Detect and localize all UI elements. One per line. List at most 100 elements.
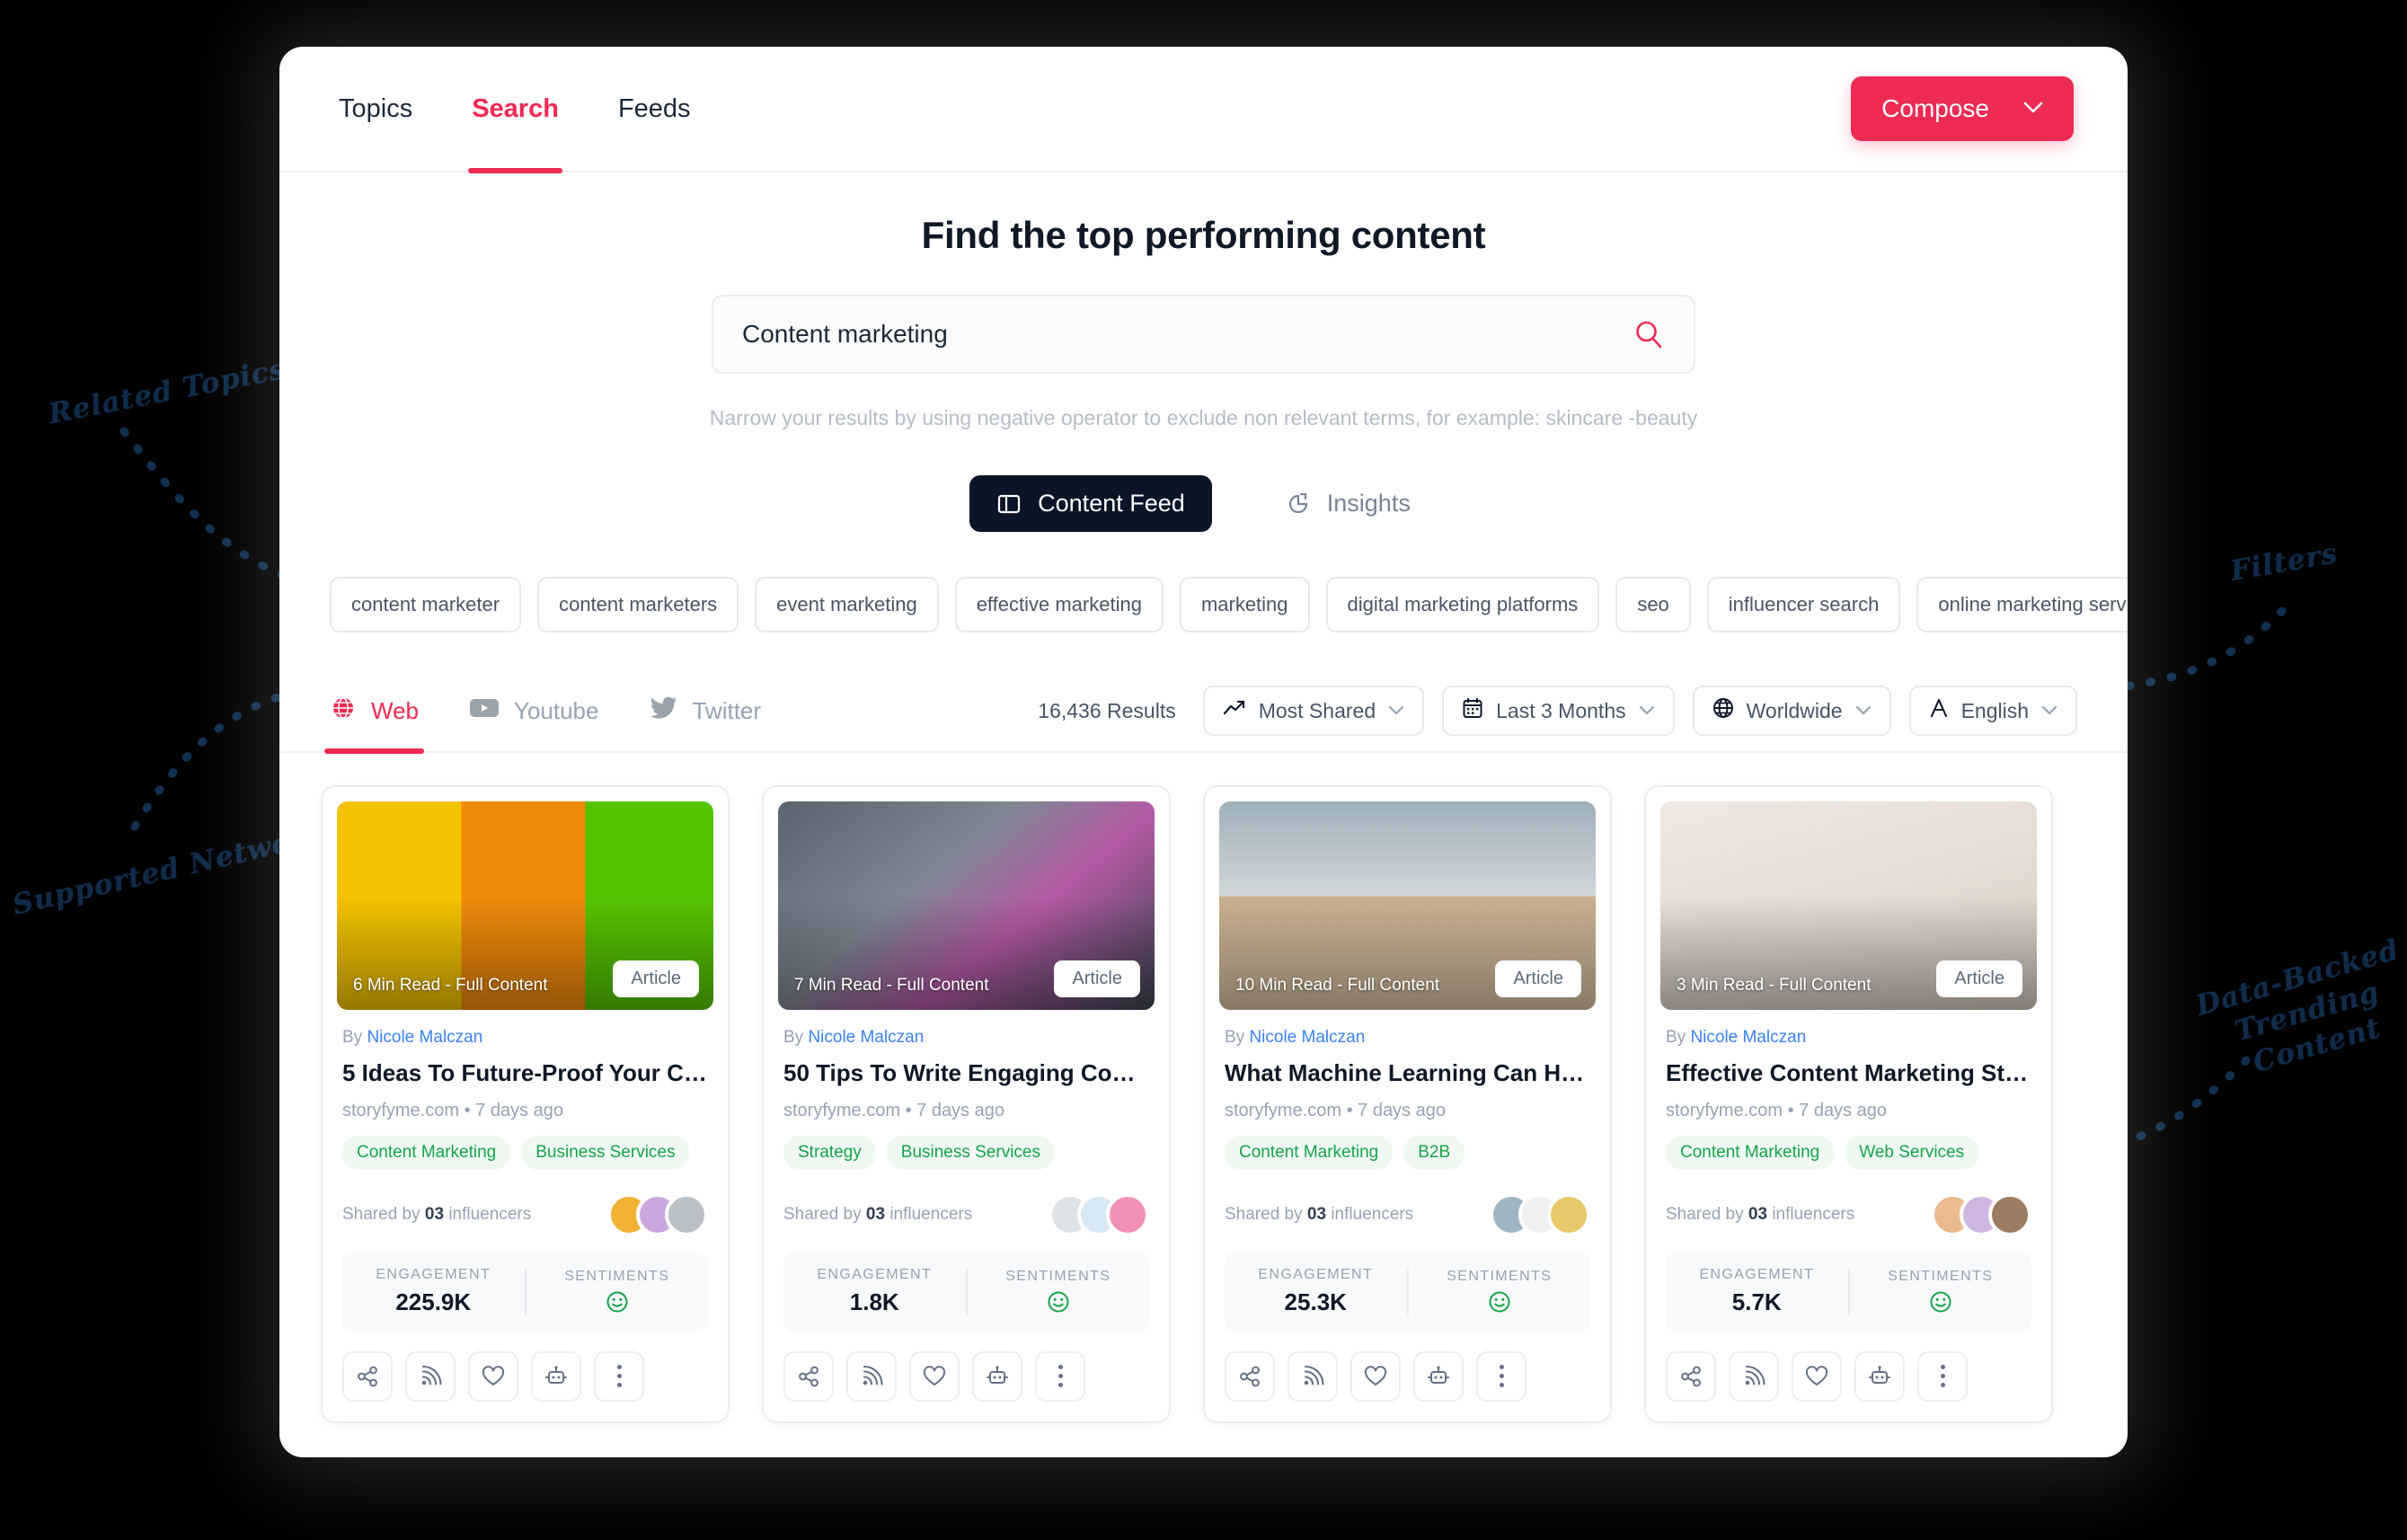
card-title[interactable]: 50 Tips To Write Engaging Content Previe… <box>783 1058 1149 1088</box>
more-icon[interactable] <box>1035 1350 1085 1402</box>
search-hint: Narrow your results by using negative op… <box>709 406 1698 429</box>
trend-up-icon <box>1223 698 1246 723</box>
more-icon[interactable] <box>1917 1350 1968 1402</box>
avatar[interactable] <box>1988 1192 2031 1236</box>
card-author-link[interactable]: Nicole Malczan <box>367 1028 482 1047</box>
heart-icon[interactable] <box>1350 1350 1401 1402</box>
card-engagement-stat: ENGAGEMENT 1.8K <box>783 1267 966 1316</box>
card-title[interactable]: 5 Ideas To Future-Proof Your Content Mar… <box>342 1058 708 1088</box>
card-type-badge[interactable]: Article <box>1054 960 1140 997</box>
card-engagement-stat: ENGAGEMENT 225.9K <box>342 1267 525 1316</box>
card-tag[interactable]: Content Marketing <box>342 1135 511 1170</box>
chip-effective-marketing[interactable]: effective marketing <box>954 577 1164 633</box>
card-tag[interactable]: Business Services <box>521 1135 690 1170</box>
card-tag[interactable]: Strategy <box>783 1135 876 1170</box>
tab-feeds[interactable]: Feeds <box>615 47 695 171</box>
share-icon[interactable] <box>783 1350 834 1402</box>
card-sentiment-stat: SENTIMENTS <box>524 1268 709 1315</box>
card-shared-row: Shared by 03 influencers <box>342 1192 708 1236</box>
compose-label: Compose <box>1881 94 1989 122</box>
twitter-icon <box>649 695 677 727</box>
mode-content-feed[interactable]: Content Feed <box>969 475 1212 532</box>
search-bar[interactable] <box>712 295 1695 374</box>
robot-icon[interactable] <box>531 1350 581 1402</box>
heart-icon[interactable] <box>468 1350 518 1402</box>
content-card[interactable]: 10 Min Read - Full Content Article By Ni… <box>1203 785 1612 1423</box>
card-influencer-avatars[interactable] <box>1049 1192 1149 1236</box>
robot-icon[interactable] <box>972 1350 1022 1402</box>
app-window: Topics Search Feeds Compose Find the top… <box>279 47 2128 1457</box>
card-influencer-avatars[interactable] <box>1490 1192 1590 1236</box>
smiley-icon <box>1850 1288 2032 1315</box>
filter-date-range[interactable]: Last 3 Months <box>1442 686 1675 736</box>
rss-icon[interactable] <box>846 1350 897 1402</box>
chip-online-marketing-services[interactable]: online marketing services <box>1916 577 2128 633</box>
chip-event-marketing[interactable]: event marketing <box>755 577 939 633</box>
compose-button[interactable]: Compose <box>1851 76 2074 141</box>
card-title[interactable]: What Machine Learning Can Help With Cont… <box>1225 1058 1590 1088</box>
network-tab-web[interactable]: Web <box>324 670 424 754</box>
engagement-label: ENGAGEMENT <box>1258 1267 1374 1282</box>
chip-marketing[interactable]: marketing <box>1179 577 1310 633</box>
content-card[interactable]: 6 Min Read - Full Content Article By Nic… <box>321 785 730 1423</box>
card-shared-text: Shared by 03 influencers <box>1225 1204 1414 1224</box>
card-tag[interactable]: Business Services <box>886 1135 1055 1170</box>
more-icon[interactable] <box>1476 1350 1526 1402</box>
engagement-value: 5.7K <box>1731 1288 1782 1315</box>
network-tab-youtube[interactable]: Youtube <box>469 670 598 751</box>
avatar[interactable] <box>1547 1192 1590 1236</box>
tab-topics[interactable]: Topics <box>335 47 416 171</box>
card-tags: Content Marketing Web Services <box>1666 1135 2031 1170</box>
chip-seo[interactable]: seo <box>1615 577 1691 633</box>
filter-language[interactable]: English <box>1908 686 2077 736</box>
robot-icon[interactable] <box>1413 1350 1464 1402</box>
card-influencer-avatars[interactable] <box>607 1192 708 1236</box>
robot-icon[interactable] <box>1854 1350 1905 1402</box>
chip-digital-marketing-platforms[interactable]: digital marketing platforms <box>1325 577 1600 633</box>
card-influencer-avatars[interactable] <box>1931 1192 2031 1236</box>
avatar[interactable] <box>665 1192 708 1236</box>
avatar[interactable] <box>1106 1192 1149 1236</box>
card-author-link[interactable]: Nicole Malczan <box>1690 1028 1806 1047</box>
card-type-badge[interactable]: Article <box>1936 960 2022 997</box>
card-tag[interactable]: Content Marketing <box>1666 1135 1835 1170</box>
card-type-badge[interactable]: Article <box>613 960 699 997</box>
content-card[interactable]: 7 Min Read - Full Content Article By Nic… <box>762 785 1171 1423</box>
rss-icon[interactable] <box>1288 1350 1338 1402</box>
card-title[interactable]: Effective Content Marketing Strategies f… <box>1666 1058 2031 1088</box>
panel-icon <box>996 491 1022 517</box>
search-input[interactable] <box>742 320 1633 349</box>
card-source-meta: storyfyme.com • 7 days ago <box>783 1100 1004 1120</box>
chip-influencer-search[interactable]: influencer search <box>1706 577 1901 633</box>
card-thumbnail[interactable]: 7 Min Read - Full Content Article <box>778 801 1155 1010</box>
heart-icon[interactable] <box>1792 1350 1842 1402</box>
card-thumbnail[interactable]: 10 Min Read - Full Content Article <box>1219 801 1596 1010</box>
filter-region[interactable]: Worldwide <box>1692 686 1891 736</box>
chip-content-marketer[interactable]: content marketer <box>330 577 522 633</box>
mode-insights[interactable]: Insights <box>1259 475 1438 532</box>
rss-icon[interactable] <box>405 1350 456 1402</box>
share-icon[interactable] <box>1225 1350 1275 1402</box>
search-icon[interactable] <box>1633 318 1665 350</box>
tab-search[interactable]: Search <box>468 47 562 173</box>
smiley-icon <box>527 1288 709 1315</box>
heart-icon[interactable] <box>909 1350 960 1402</box>
card-type-badge[interactable]: Article <box>1495 960 1581 997</box>
filter-sort[interactable]: Most Shared <box>1202 686 1425 736</box>
rss-icon[interactable] <box>1729 1350 1779 1402</box>
card-author-link[interactable]: Nicole Malczan <box>808 1028 924 1047</box>
card-thumbnail[interactable]: 6 Min Read - Full Content Article <box>337 801 713 1010</box>
share-icon[interactable] <box>1666 1350 1716 1402</box>
card-author-link[interactable]: Nicole Malczan <box>1249 1028 1365 1047</box>
card-tag[interactable]: Web Services <box>1845 1135 1979 1170</box>
card-tags: Content Marketing Business Services <box>342 1135 708 1170</box>
card-thumbnail[interactable]: 3 Min Read - Full Content Article <box>1660 801 2037 1010</box>
card-shared-text: Shared by 03 influencers <box>783 1204 973 1224</box>
card-tag[interactable]: B2B <box>1403 1135 1465 1170</box>
network-tab-twitter[interactable]: Twitter <box>649 670 761 751</box>
content-card[interactable]: 3 Min Read - Full Content Article By Nic… <box>1644 785 2053 1423</box>
chip-content-marketers[interactable]: content marketers <box>537 577 739 633</box>
card-tag[interactable]: Content Marketing <box>1225 1135 1394 1170</box>
share-icon[interactable] <box>342 1350 393 1402</box>
more-icon[interactable] <box>594 1350 644 1402</box>
